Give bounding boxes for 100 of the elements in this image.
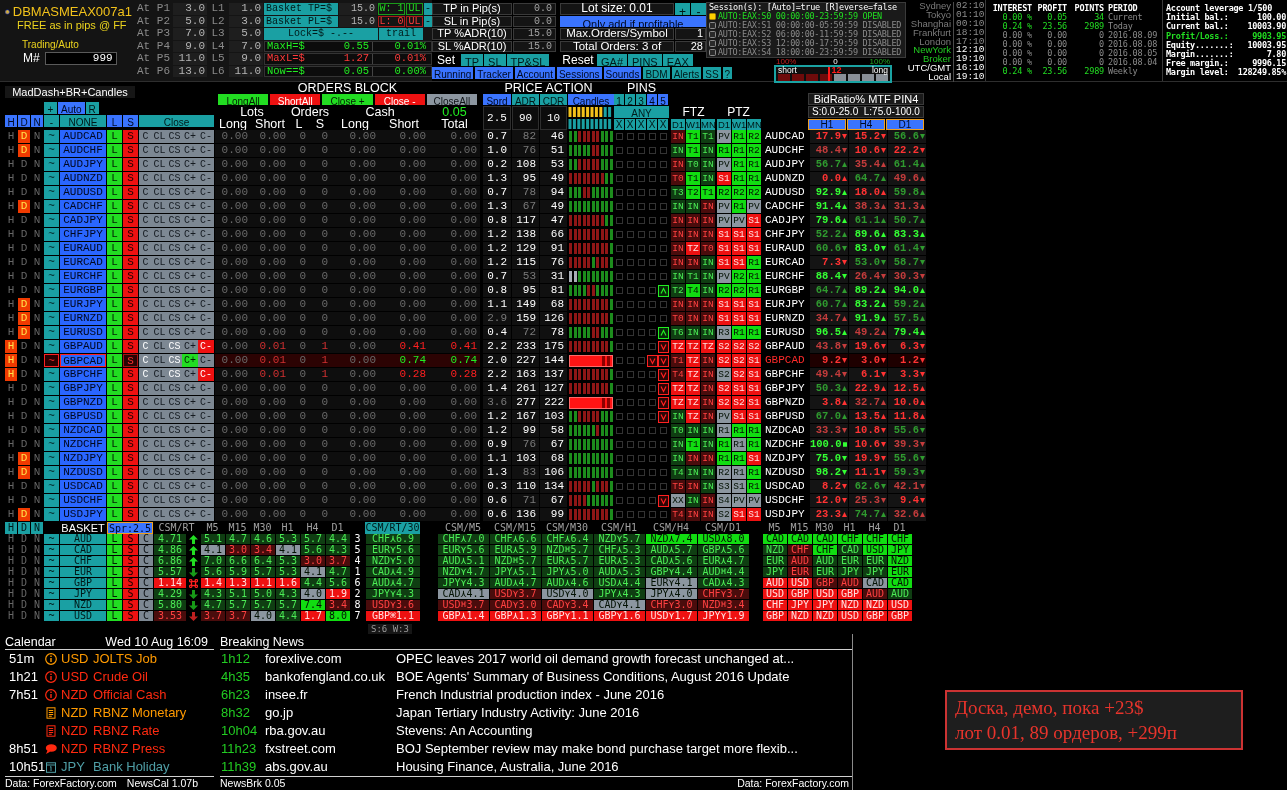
symbol-button[interactable]: EURUSD [60,326,106,339]
close-profit-button[interactable]: C+ [182,368,198,381]
close-loss-button[interactable]: C- [198,298,214,311]
order-action-button[interactable]: CloseAll [426,94,477,105]
flag-toggle[interactable]: D [18,396,30,409]
flag-toggle[interactable]: H [5,284,17,297]
symbol-button[interactable]: EURJPY [60,298,106,311]
buy-button[interactable]: L [107,466,122,479]
close-basket-button[interactable]: C [139,611,153,621]
minus-button[interactable]: - [424,15,432,27]
close-pair-button[interactable]: C [139,494,152,507]
pin-filter-button[interactable]: 3 [636,94,646,105]
close-short-button[interactable]: CS [167,270,182,283]
flag-toggle[interactable]: D [18,326,30,339]
close-profit-button[interactable]: C+ [182,396,198,409]
chart-button[interactable]: ~ [44,270,59,283]
buy-button[interactable]: L [107,284,122,297]
trail-button[interactable]: trail [379,28,423,40]
chart-button[interactable]: ~ [44,200,59,213]
sell-button[interactable]: S [123,186,138,199]
sell-button[interactable]: S [123,200,138,213]
close-profit-button[interactable]: C+ [182,284,198,297]
flag-toggle[interactable]: D [18,494,30,507]
close-pair-button[interactable]: C [139,368,152,381]
chart-button[interactable]: ~ [44,340,59,353]
close-long-button[interactable]: CL [152,186,167,199]
buy-button[interactable]: L [107,354,122,367]
flag-toggle[interactable]: N [31,466,43,479]
reset-button[interactable]: EAX [662,54,693,66]
close-long-button[interactable]: CL [152,256,167,269]
close-short-button[interactable]: CS [167,200,182,213]
close-short-button[interactable]: CS [167,480,182,493]
buy-button[interactable]: L [107,130,122,143]
close-loss-button[interactable]: C- [198,130,214,143]
flag-toggle[interactable]: H [5,354,17,367]
spread-button[interactable]: Spr:2.5 [107,522,153,534]
chart-button[interactable]: ~ [44,172,59,185]
symbol-button[interactable]: NZDCHF [60,438,106,451]
sell-button[interactable]: S [123,600,138,610]
close-profit-button[interactable]: C+ [182,354,198,367]
checkbox[interactable] [709,49,716,56]
close-long-button[interactable]: CL [152,480,167,493]
buy-button[interactable]: L [107,186,122,199]
buy-button[interactable]: L [107,158,122,171]
flag-toggle[interactable]: D [18,556,30,566]
filter-button[interactable]: H [5,115,17,127]
symbol-button[interactable]: AUDJPY [60,158,106,171]
minus-button[interactable]: - [691,3,706,15]
close-loss-button[interactable]: C- [198,368,214,381]
menu-tab[interactable]: ? [722,67,733,79]
close-long-button[interactable]: CL [152,284,167,297]
close-profit-button[interactable]: C+ [182,508,198,521]
close-short-button[interactable]: CS [167,284,182,297]
close-short-button[interactable]: CS [167,466,182,479]
flag-toggle[interactable]: D [18,214,30,227]
close-loss-button[interactable]: C- [198,494,214,507]
indicator-button[interactable]: Sprd [483,94,511,105]
close-long-button[interactable]: CL [152,228,167,241]
flag-toggle[interactable]: N [31,312,43,325]
buy-button[interactable]: L [107,256,122,269]
sell-button[interactable]: S [123,312,138,325]
flag-toggle[interactable]: N [31,534,43,544]
flag-toggle[interactable]: N [31,242,43,255]
filter-button[interactable]: D [18,115,30,127]
sell-button[interactable]: S [123,556,138,566]
close-profit-button[interactable]: C+ [182,410,198,423]
checkbox[interactable] [709,31,716,38]
buy-button[interactable]: L [107,424,122,437]
close-pair-button[interactable]: C [139,466,152,479]
menu-tab[interactable]: Tracker [475,67,513,79]
chart-button[interactable]: ~ [44,556,59,566]
close-long-button[interactable]: CL [152,200,167,213]
chart-button[interactable]: ~ [44,256,59,269]
buy-button[interactable]: L [107,368,122,381]
flag-toggle[interactable]: D [18,578,30,588]
close-profit-button[interactable]: C+ [182,270,198,283]
close-profit-button[interactable]: C+ [182,298,198,311]
close-short-button[interactable]: CS [167,340,182,353]
reset-button[interactable]: GA# [597,54,627,66]
indicator-button[interactable]: CDR [540,94,567,105]
pin-filter-button[interactable]: 1 [614,94,624,105]
close-pair-button[interactable]: C [139,438,152,451]
symbol-button[interactable]: AUDUSD [60,186,106,199]
close-loss-button[interactable]: C- [198,410,214,423]
buy-button[interactable]: L [107,242,122,255]
flag-toggle[interactable]: N [31,368,43,381]
chart-button[interactable]: ~ [44,508,59,521]
close-profit-button[interactable]: C+ [182,214,198,227]
flag-toggle[interactable]: N [31,600,43,610]
flag-toggle[interactable]: H [5,567,17,577]
pin-filter-button[interactable]: 2 [625,94,635,105]
minus-button[interactable]: - [424,3,432,15]
flag-toggle[interactable]: H [5,326,17,339]
flag-toggle[interactable]: D [18,354,30,367]
close-long-button[interactable]: CL [152,508,167,521]
flag-toggle[interactable]: H [5,228,17,241]
buy-button[interactable]: L [107,214,122,227]
chart-button[interactable]: ~ [44,298,59,311]
chart-button[interactable]: ~ [44,326,59,339]
flag-toggle[interactable]: H [5,556,17,566]
